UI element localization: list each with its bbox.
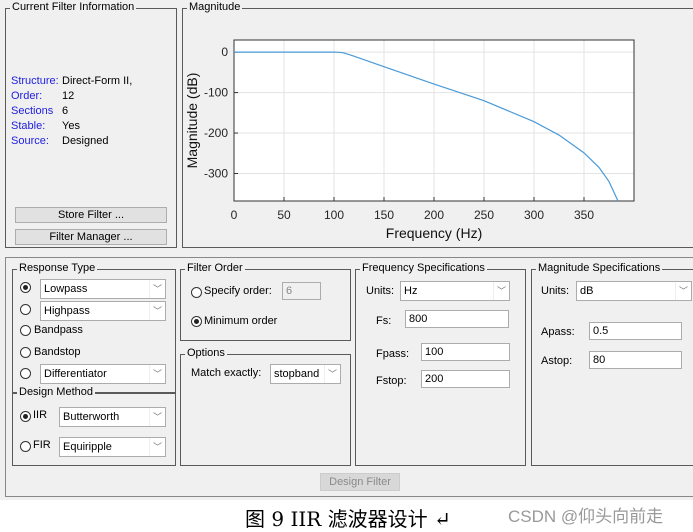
- filter-manager-button[interactable]: Filter Manager ...: [15, 229, 167, 245]
- chevron-down-icon: ﹀: [149, 280, 165, 298]
- dropdown-value: Highpass: [44, 305, 90, 317]
- x-axis-label: Frequency (Hz): [386, 225, 482, 241]
- units-label: Units:: [366, 285, 395, 297]
- group-title: Magnitude Specifications: [536, 262, 663, 274]
- fstop-input[interactable]: 200: [421, 370, 510, 388]
- x-tick-label: 250: [474, 208, 494, 222]
- group-title: Response Type: [17, 262, 98, 274]
- differentiator-radio[interactable]: [20, 368, 31, 379]
- y-tick-label: -300: [204, 166, 228, 180]
- y-tick-label: -200: [204, 126, 228, 140]
- frequency-units-dropdown[interactable]: Hz ﹀: [400, 281, 510, 301]
- group-title: Filter Order: [185, 262, 245, 274]
- iir-radio[interactable]: [20, 411, 31, 422]
- info-value: Yes: [62, 120, 80, 132]
- match-exactly-dropdown[interactable]: stopband ﹀: [270, 364, 341, 384]
- magnitude-plot: 0 50 100 150 200 250 300 350 0 -100 -200 -300 Freque…: [184, 39, 635, 241]
- astop-label: Astop:: [541, 355, 573, 367]
- design-filter-button[interactable]: Design Filter: [320, 473, 400, 491]
- fs-label: Fs:: [376, 315, 392, 327]
- response-type-group: Response Type Lowpass ﹀ Highpass ﹀ Bandpas…: [12, 262, 176, 393]
- chevron-down-icon: ﹀: [149, 302, 165, 320]
- info-value: 6: [62, 105, 69, 117]
- chevron-down-icon: ﹀: [324, 365, 340, 383]
- x-tick-label: 200: [424, 208, 444, 222]
- info-label: Sections: [11, 105, 54, 117]
- highpass-dropdown[interactable]: Highpass ﹀: [40, 301, 166, 321]
- info-label: Source:: [11, 135, 49, 147]
- units-label: Units:: [541, 285, 570, 297]
- info-value: Direct-Form II,: [62, 75, 133, 87]
- panel-title: Current Filter Information: [10, 1, 137, 13]
- group-title: Options: [185, 347, 227, 359]
- specify-order-label[interactable]: Specify order:: [204, 285, 272, 297]
- chevron-down-icon: ﹀: [675, 282, 691, 300]
- group-title: Design Method: [17, 386, 95, 398]
- astop-input[interactable]: 80: [589, 351, 682, 369]
- info-label: Structure:: [11, 75, 59, 87]
- bandpass-radio[interactable]: [20, 325, 31, 336]
- x-tick-label: 100: [324, 208, 344, 222]
- dropdown-value: Equiripple: [63, 441, 112, 453]
- figure-caption: 图 9 IIR 滤波器设计 ↵: [245, 507, 451, 531]
- chevron-down-icon: ﹀: [149, 438, 165, 456]
- y-tick-label: 0: [221, 45, 228, 59]
- highpass-radio[interactable]: [20, 304, 31, 315]
- magnitude-specifications-group: Magnitude Specifications Units: dB ﹀ Apas…: [531, 262, 693, 466]
- fir-method-dropdown[interactable]: Equiripple ﹀: [59, 437, 166, 457]
- frequency-specifications-group: Frequency Specifications Units: Hz ﹀ Fs: …: [355, 262, 526, 466]
- info-value: 12: [62, 90, 75, 102]
- options-group: Options Match exactly: stopband ﹀: [180, 347, 351, 466]
- info-label: Stable:: [11, 120, 46, 132]
- fir-label[interactable]: FIR: [33, 439, 51, 451]
- bandstop-label[interactable]: Bandstop: [34, 346, 80, 358]
- x-tick-label: 150: [374, 208, 394, 222]
- info-label: Order:: [11, 90, 43, 102]
- x-tick-label: 350: [574, 208, 594, 222]
- chevron-down-icon: ﹀: [149, 408, 165, 426]
- iir-method-dropdown[interactable]: Butterworth ﹀: [59, 407, 166, 427]
- bandstop-radio[interactable]: [20, 347, 31, 358]
- order-input[interactable]: 6: [282, 282, 321, 300]
- group-title: Frequency Specifications: [360, 262, 487, 274]
- x-tick-label: 50: [277, 208, 291, 222]
- fpass-label: Fpass:: [376, 348, 410, 360]
- bandpass-label[interactable]: Bandpass: [34, 324, 83, 336]
- apass-input[interactable]: 0.5: [589, 322, 682, 340]
- match-exactly-label: Match exactly:: [191, 367, 262, 379]
- dropdown-value: dB: [580, 285, 594, 297]
- fir-radio[interactable]: [20, 441, 31, 452]
- store-filter-button[interactable]: Store Filter ...: [15, 207, 167, 223]
- differentiator-dropdown[interactable]: Differentiator ﹀: [40, 364, 166, 384]
- info-value: Designed: [62, 135, 109, 147]
- filter-order-group: Filter Order Specify order: 6 Minimum or…: [180, 262, 351, 341]
- magnitude-units-dropdown[interactable]: dB ﹀: [576, 281, 692, 301]
- dropdown-value: Hz: [404, 285, 418, 297]
- minimum-order-label[interactable]: Minimum order: [204, 315, 277, 327]
- y-tick-label: -100: [204, 86, 228, 100]
- lowpass-radio[interactable]: [20, 282, 31, 293]
- x-tick-label: 0: [231, 208, 238, 222]
- iir-label[interactable]: IIR: [33, 409, 47, 421]
- specify-order-radio[interactable]: [191, 287, 202, 298]
- dropdown-value: stopband: [274, 368, 320, 380]
- dropdown-value: Differentiator: [44, 368, 107, 380]
- watermark: CSDN @仰头向前走: [508, 507, 664, 526]
- dropdown-value: Lowpass: [44, 283, 88, 295]
- chevron-down-icon: ﹀: [149, 365, 165, 383]
- lowpass-dropdown[interactable]: Lowpass ﹀: [40, 279, 166, 299]
- fpass-input[interactable]: 100: [421, 343, 510, 361]
- apass-label: Apass:: [541, 326, 575, 338]
- minimum-order-radio[interactable]: [191, 316, 202, 327]
- fs-input[interactable]: 800: [405, 310, 509, 328]
- dropdown-value: Butterworth: [63, 411, 120, 423]
- x-tick-label: 300: [524, 208, 544, 222]
- filter-designer-window: Current Filter Information Structure: Dir…: [0, 0, 693, 500]
- chevron-down-icon: ﹀: [493, 282, 509, 300]
- fstop-label: Fstop:: [376, 375, 407, 387]
- design-method-group: Design Method IIR Butterworth ﹀ FIR Equir…: [12, 386, 176, 466]
- current-filter-info-panel: Current Filter Information Structure: Dir…: [5, 1, 177, 248]
- y-axis-label: Magnitude (dB): [184, 73, 200, 169]
